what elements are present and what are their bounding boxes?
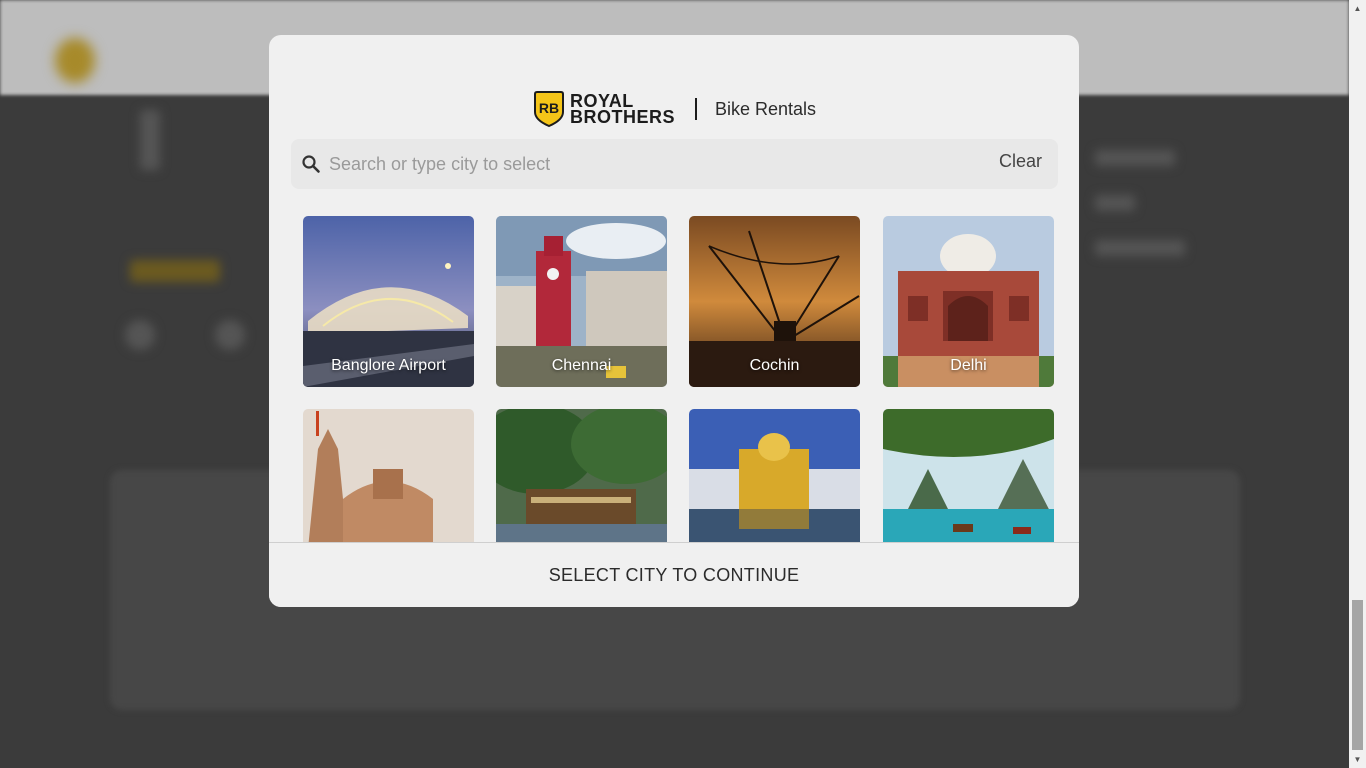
rb-badge-icon: RB [533, 91, 564, 128]
city-label: Chennai [551, 357, 612, 374]
select-city-continue-button[interactable]: SELECT CITY TO CONTINUE [269, 542, 1079, 607]
background-shape [1095, 150, 1175, 166]
city-card-delhi[interactable]: Delhi [883, 216, 1054, 387]
city-grid: Banglore Airport Chennai Cochin Delhi [303, 216, 1055, 542]
city-card-cochin[interactable]: Cochin [689, 216, 860, 387]
city-image-temple [303, 409, 474, 542]
background-shape [1095, 240, 1185, 256]
city-card-5[interactable] [303, 409, 474, 542]
background-shape [215, 320, 245, 350]
search-icon [302, 155, 320, 173]
page-scrollbar[interactable]: ▲ ▼ [1349, 0, 1366, 768]
background-shape [140, 110, 160, 170]
background-shape [1095, 195, 1135, 211]
royal-brothers-logo: RB ROYAL BROTHERS [532, 90, 675, 128]
city-image-tropical-bay [883, 409, 1054, 542]
city-card-banglore-airport[interactable]: Banglore Airport [303, 216, 474, 387]
city-search-bar: Clear [291, 139, 1058, 189]
brand-header: RB ROYAL BROTHERS Bike Rentals [269, 85, 1079, 133]
city-card-8[interactable] [883, 409, 1054, 542]
svg-text:RB: RB [539, 100, 559, 116]
city-card-7[interactable] [689, 409, 860, 542]
city-card-6[interactable] [496, 409, 667, 542]
brand-name-line2: BROTHERS [569, 107, 675, 127]
scrollbar-thumb[interactable] [1352, 600, 1363, 750]
city-label: Cochin [749, 357, 800, 374]
city-label: Banglore Airport [331, 357, 446, 374]
scroll-down-arrow-icon[interactable]: ▼ [1349, 751, 1366, 768]
city-select-modal: RB ROYAL BROTHERS Bike Rentals Clear [269, 35, 1079, 607]
background-shape [125, 320, 155, 350]
background-logo [55, 38, 95, 83]
city-image-golden-temple [689, 409, 860, 542]
brand-name: ROYAL BROTHERS [569, 92, 675, 127]
city-search-input[interactable] [329, 139, 999, 189]
city-card-chennai[interactable]: Chennai [496, 216, 667, 387]
clear-button[interactable]: Clear [999, 151, 1042, 172]
city-image-houseboat [496, 409, 667, 542]
scroll-up-arrow-icon[interactable]: ▲ [1349, 0, 1366, 17]
brand-subtitle: Bike Rentals [714, 98, 817, 119]
background-shape [130, 260, 220, 282]
city-label: Delhi [950, 357, 987, 374]
brand-divider [694, 98, 697, 120]
